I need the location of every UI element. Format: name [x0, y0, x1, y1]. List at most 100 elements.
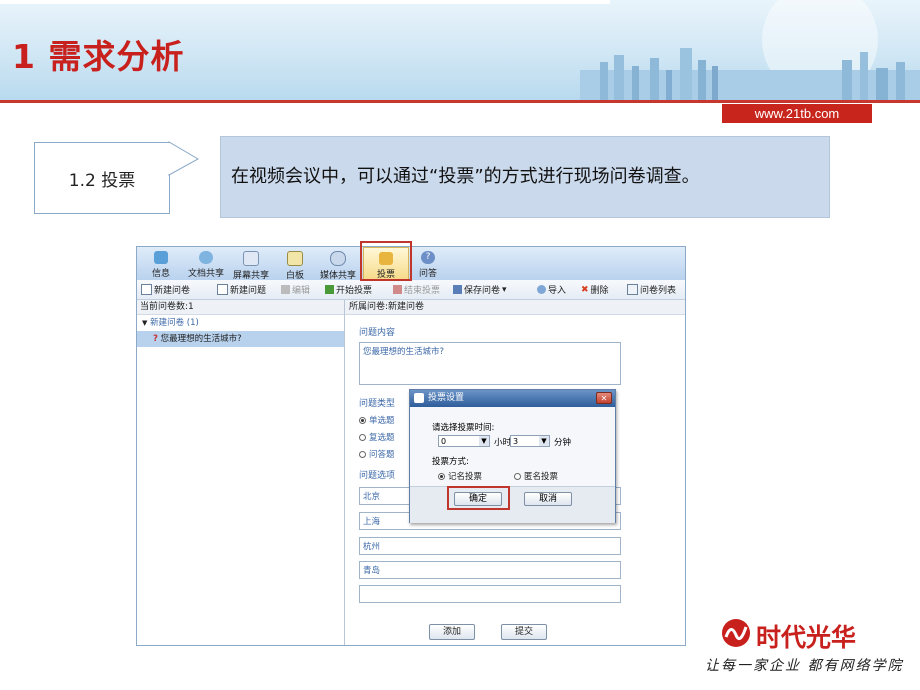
question-options-label: 问题选项 — [359, 471, 396, 481]
option-field[interactable] — [359, 585, 621, 603]
new-survey-label: 新建问卷 — [154, 286, 191, 296]
type-single-label: 单选题 — [369, 416, 395, 426]
survey-list-label: 问卷列表 — [640, 286, 677, 296]
end-vote-button[interactable]: 结束投票 — [393, 283, 440, 296]
info-icon — [154, 251, 168, 264]
tab-label: 文档共享 — [187, 269, 224, 279]
submit-button[interactable]: 提交 — [501, 624, 547, 640]
import-button[interactable]: 导入 — [537, 283, 566, 296]
question-content-textarea[interactable]: 您最理想的生活城市? — [359, 342, 621, 385]
vote-time-label: 请选择投票时间: — [432, 423, 495, 433]
expand-arrow-icon: ▼ — [142, 319, 148, 327]
survey-list-button[interactable]: 问卷列表 — [627, 283, 676, 296]
survey-name: 新建问卷 (1) — [150, 318, 199, 328]
import-label: 导入 — [548, 286, 567, 296]
hours-value: 0 — [441, 437, 447, 446]
media-icon — [330, 251, 346, 266]
dialog-titlebar[interactable]: 投票设置 ✕ — [410, 390, 615, 407]
anonymous-vote-label: 匿名投票 — [524, 472, 559, 482]
cancel-button[interactable]: 取消 — [524, 492, 572, 506]
city-skyline-image — [580, 0, 920, 100]
brand-logo: 时代光华 — [720, 617, 870, 655]
vote-tab-highlight — [360, 241, 412, 281]
type-single-radio[interactable]: 单选题 — [359, 414, 395, 426]
question-tree-item[interactable]: ? 您最理想的生活城市? — [137, 331, 344, 347]
whiteboard-icon — [287, 251, 303, 266]
radio-dot — [438, 472, 445, 480]
section-label: 1.2 投票 — [68, 170, 136, 191]
brand-slogan: 让每一家企业 都有网络学院 — [705, 658, 904, 674]
type-multiple-radio[interactable]: 复选题 — [359, 431, 395, 443]
question-title: 您最理想的生活城市? — [160, 334, 242, 344]
add-button[interactable]: 添加 — [429, 624, 475, 640]
tab-label: 信息 — [151, 269, 170, 279]
save-survey-button[interactable]: 保存问卷 ▾ — [453, 283, 507, 296]
radio-dot — [359, 416, 366, 424]
new-question-button[interactable]: 新建问题 — [217, 283, 266, 296]
callout-text: 在视频会议中，可以通过“投票”的方式进行现场问卷调查。 — [220, 136, 830, 218]
radio-dot — [359, 450, 366, 458]
vote-settings-dialog: 投票设置 ✕ 请选择投票时间: 0 ▼ 小时 3 ▼ 分钟 投票方式: 记名投票… — [409, 389, 616, 523]
type-qa-radio[interactable]: 问答题 — [359, 448, 395, 460]
site-url: www.21tb.com — [722, 104, 872, 123]
question-mark-icon: ? — [153, 334, 158, 344]
chevron-down-icon: ▼ — [539, 436, 549, 446]
stop-icon — [393, 285, 402, 294]
named-vote-radio[interactable]: 记名投票 — [438, 470, 482, 482]
cloud-icon — [199, 251, 213, 264]
survey-tree-panel: 当前问卷数:1 ▼ 新建问卷 (1) ? 您最理想的生活城市? — [137, 300, 345, 645]
delete-button[interactable]: ✖ 删除 — [581, 283, 609, 297]
tab-screen-share[interactable]: 屏幕共享 — [231, 247, 271, 281]
tab-info[interactable]: 信息 — [143, 247, 179, 280]
start-vote-label: 开始投票 — [336, 286, 373, 296]
slide-title: 1 需求分析 — [12, 37, 185, 76]
radio-dot — [514, 472, 521, 480]
end-vote-label: 结束投票 — [404, 286, 441, 296]
parent-survey-label: 所属问卷:新建问卷 — [345, 300, 685, 315]
survey-count: 当前问卷数:1 — [137, 300, 344, 315]
new-question-label: 新建问题 — [230, 286, 267, 296]
edit-label: 编辑 — [292, 286, 311, 296]
type-multiple-label: 复选题 — [369, 433, 395, 443]
chevron-down-icon: ▾ — [502, 284, 507, 295]
dialog-title: 投票设置 — [428, 393, 465, 403]
delete-icon: ✖ — [581, 284, 589, 295]
start-vote-button[interactable]: 开始投票 — [325, 283, 372, 296]
anonymous-vote-radio[interactable]: 匿名投票 — [514, 470, 558, 482]
named-vote-label: 记名投票 — [448, 472, 483, 482]
document-icon — [141, 284, 152, 295]
vote-toolbar: 新建问卷 新建问题 编辑 开始投票 结束投票 保存问卷 ▾ 导入 ✖ 删除 问卷列表 — [137, 280, 685, 300]
banner-top-strip — [0, 0, 610, 4]
new-survey-button[interactable]: 新建问卷 — [141, 283, 190, 296]
edit-icon — [281, 285, 290, 294]
hours-select[interactable]: 0 ▼ — [438, 435, 490, 447]
option-field[interactable]: 杭州 — [359, 537, 621, 555]
delete-label: 删除 — [590, 286, 609, 296]
question-type-label: 问题类型 — [359, 399, 396, 409]
tab-document-share[interactable]: 文档共享 — [181, 247, 231, 280]
play-icon — [325, 285, 334, 294]
minutes-unit: 分钟 — [554, 438, 572, 448]
header-banner: 1 需求分析 — [0, 0, 920, 103]
radio-dot — [359, 433, 366, 441]
hours-unit: 小时 — [494, 438, 512, 448]
tab-label: 问答 — [418, 269, 437, 279]
app-logo-icon — [414, 393, 424, 403]
brand-name: 时代光华 — [756, 623, 857, 652]
option-field[interactable]: 青岛 — [359, 561, 621, 579]
banner-divider — [0, 100, 920, 103]
tab-qa[interactable]: ? 问答 — [413, 247, 443, 280]
vote-mode-label: 投票方式: — [432, 457, 469, 467]
tab-whiteboard[interactable]: 白板 — [277, 247, 313, 281]
screen-icon — [243, 251, 259, 266]
survey-tree-node[interactable]: ▼ 新建问卷 (1) — [137, 315, 344, 331]
chevron-down-icon: ▼ — [479, 436, 489, 446]
tab-media-share[interactable]: 媒体共享 — [317, 247, 359, 281]
minutes-select[interactable]: 3 ▼ — [510, 435, 550, 447]
import-icon — [537, 285, 546, 294]
document-icon — [217, 284, 228, 295]
close-button[interactable]: ✕ — [596, 392, 612, 404]
minutes-value: 3 — [513, 437, 519, 446]
edit-button[interactable]: 编辑 — [281, 283, 310, 296]
callout-pointer — [168, 141, 200, 176]
